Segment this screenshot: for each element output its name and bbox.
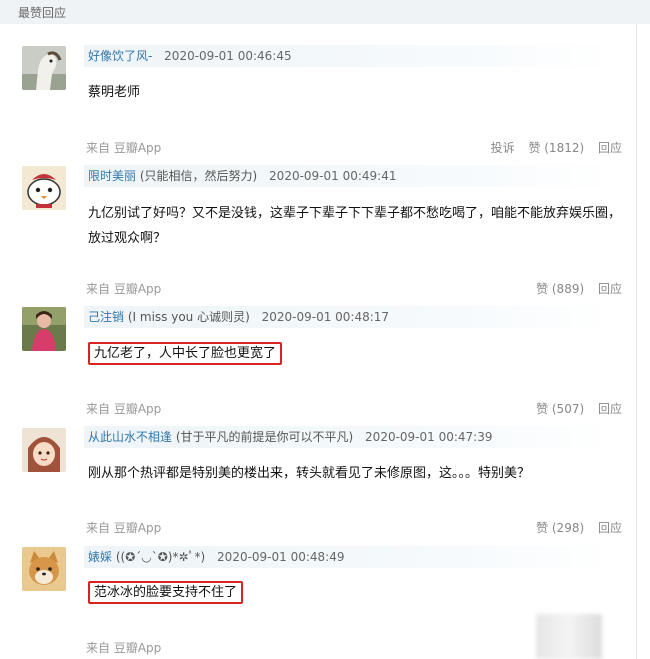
person-photo-icon[interactable] <box>22 307 66 351</box>
comment-actions: 投诉 赞 (1812) 回应 <box>481 139 622 156</box>
comment-meta: 从此山水不相逢 (甘于平凡的前提是你可以不平凡) 2020-09-01 00:4… <box>84 426 614 448</box>
timestamp: 2020-09-01 00:47:39 <box>365 430 493 444</box>
comment-footer: 来自 豆瓣App 投诉 赞 (1812) 回应 <box>86 139 622 157</box>
user-signature: (只能相信，然后努力) <box>139 169 258 183</box>
highlight-box: 九亿老了，人中长了脸也更宽了 <box>88 342 283 365</box>
like-button[interactable]: 赞 (298) <box>536 521 584 535</box>
comment-footer: 来自 豆瓣App 赞 (298) 回应 <box>86 519 622 537</box>
source-label: 来自 豆瓣App <box>86 521 162 535</box>
source-label: 来自 豆瓣App <box>86 282 162 296</box>
username-link[interactable]: 从此山水不相逢 <box>88 430 172 444</box>
comment-actions: 赞 (889) 回应 <box>526 280 622 297</box>
timestamp: 2020-09-01 00:48:17 <box>261 310 390 324</box>
reply-button[interactable]: 回应 <box>598 141 622 155</box>
comment-text: 刚从那个热评都是特别美的楼出来，转头就看见了未修原图，这。。。特别美？ <box>88 466 531 481</box>
comment-content: 范冰冰的脸要支持不住了 <box>88 580 628 605</box>
comment-meta: 婊婇 ((✪´◡`✪)*✲ﾟ*) 2020-09-01 00:48:49 <box>84 546 614 568</box>
divider <box>636 24 637 659</box>
timestamp: 2020-09-01 00:49:41 <box>269 169 397 183</box>
like-button[interactable]: 赞 (1812) <box>528 141 584 155</box>
section-title: 最赞回应 <box>18 6 67 20</box>
username-link[interactable]: 己注销 <box>88 310 124 324</box>
source-label: 来自 豆瓣App <box>86 141 162 155</box>
blurred-overlay <box>536 614 602 659</box>
comment-footer: 来自 豆瓣App 赞 (507) 回应 <box>86 400 622 418</box>
comment-text: 九亿老了，人中长了脸也更宽了 <box>94 346 277 361</box>
comment-footer: 来自 豆瓣App 赞 (889) 回应 <box>86 280 622 298</box>
comment-actions: 赞 (507) 回应 <box>526 400 622 417</box>
username-link[interactable]: 婊婇 <box>88 550 112 564</box>
timestamp: 2020-09-01 00:46:45 <box>164 49 292 63</box>
comment-meta: 限时美丽 (只能相信，然后努力) 2020-09-01 00:49:41 <box>84 165 614 187</box>
like-button[interactable]: 赞 (507) <box>536 402 584 416</box>
user-signature: ((✪´◡`✪)*✲ﾟ*) <box>115 550 206 564</box>
comment-content: 九亿老了，人中长了脸也更宽了 <box>88 341 628 366</box>
username-link[interactable]: 好像饮了风- <box>88 49 152 63</box>
source-label: 来自 豆瓣App <box>86 402 162 416</box>
comment-content: 刚从那个热评都是特别美的楼出来，转头就看见了未修原图，这。。。特别美？ <box>88 461 628 486</box>
like-button[interactable]: 赞 (889) <box>536 282 584 296</box>
user-signature: (甘于平凡的前提是你可以不平凡) <box>175 430 354 444</box>
comment-meta: 好像饮了风- 2020-09-01 00:46:45 <box>84 45 614 67</box>
username-link[interactable]: 限时美丽 <box>88 169 136 183</box>
reply-button[interactable]: 回应 <box>598 402 622 416</box>
comment-text: 蔡明老师 <box>88 85 141 100</box>
comment-text: 九亿别试了好吗？又不是没钱，这辈子下辈子下下辈子都不愁吃喝了，咱能不能放弃娱乐圈… <box>88 206 622 246</box>
cartoon-bird-icon[interactable] <box>22 166 66 210</box>
reply-button[interactable]: 回应 <box>598 282 622 296</box>
comment-content: 九亿别试了好吗？又不是没钱，这辈子下辈子下下辈子都不愁吃喝了，咱能不能放弃娱乐圈… <box>88 201 628 251</box>
shiba-dog-icon[interactable] <box>22 547 66 591</box>
comment-actions: 赞 (298) 回应 <box>526 519 622 536</box>
anime-girl-icon[interactable] <box>22 428 66 472</box>
timestamp: 2020-09-01 00:48:49 <box>217 550 345 564</box>
user-signature: (I miss you 心诚则灵) <box>127 310 250 324</box>
highlight-box: 范冰冰的脸要支持不住了 <box>88 581 244 604</box>
reply-button[interactable]: 回应 <box>598 521 622 535</box>
horse-icon[interactable] <box>22 46 66 90</box>
comment-text: 范冰冰的脸要支持不住了 <box>94 585 238 600</box>
source-label: 来自 豆瓣App <box>86 641 162 655</box>
comment-content: 蔡明老师 <box>88 80 628 105</box>
comment-meta: 己注销 (I miss you 心诚则灵) 2020-09-01 00:48:1… <box>84 306 614 328</box>
report-button[interactable]: 投诉 <box>491 141 515 155</box>
section-header: 最赞回应 <box>0 0 650 24</box>
